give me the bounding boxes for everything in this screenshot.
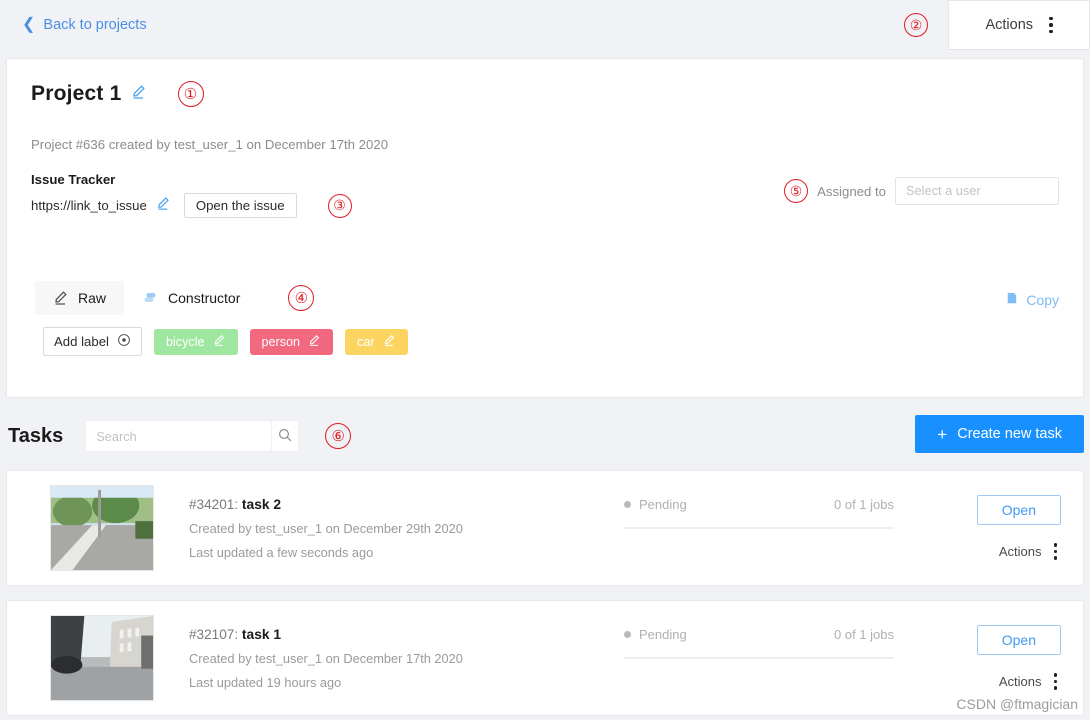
task-row-controls: Open Actions: [976, 625, 1061, 690]
pencil-edit-icon[interactable]: [131, 84, 147, 105]
annotation-marker-6: ⑥: [325, 423, 352, 449]
annotation-marker-3: ③: [327, 193, 352, 218]
assigned-to-label: Assigned to: [817, 183, 886, 199]
create-new-task-button[interactable]: + Create new task: [915, 415, 1084, 453]
plus-icon: +: [937, 424, 948, 444]
task-id: #34201:: [189, 497, 239, 512]
task-updated: Last updated 19 hours ago: [189, 675, 342, 690]
search-input[interactable]: [86, 421, 272, 451]
label-chip-car[interactable]: car: [345, 328, 408, 355]
task-thumbnail: [50, 615, 154, 701]
task-name: task 1: [241, 627, 282, 642]
status-label: Pending: [639, 497, 687, 512]
issue-pencil-edit-icon[interactable]: [156, 196, 171, 216]
labels-list: Add label bicycle person car: [43, 327, 408, 356]
task-name: task 2: [241, 497, 282, 512]
tasks-title: Tasks: [8, 424, 64, 447]
issue-link[interactable]: https://link_to_issue: [31, 198, 147, 213]
task-actions-button[interactable]: Actions: [999, 673, 1061, 690]
jobs-count: 0 of 1 jobs: [834, 627, 894, 642]
project-actions-label: Actions: [985, 17, 1034, 33]
task-row-controls: Open Actions: [976, 495, 1061, 560]
task-status-group: Pending 0 of 1 jobs: [624, 497, 894, 529]
tab-constructor[interactable]: Constructor: [124, 281, 258, 315]
annotation-marker-1: ①: [177, 81, 204, 107]
plus-circle-icon: [117, 333, 131, 350]
copy-icon: [1004, 291, 1019, 309]
pencil-edit-icon[interactable]: [308, 334, 321, 350]
back-to-projects-label: Back to projects: [43, 17, 147, 33]
kebab-menu-icon[interactable]: [1053, 543, 1057, 560]
task-created: Created by test_user_1 on December 17th …: [189, 651, 463, 666]
chevron-left-icon: ❮: [22, 16, 36, 33]
open-task-button[interactable]: Open: [976, 625, 1061, 655]
label-chip-person[interactable]: person: [249, 328, 334, 355]
project-details-card: Project 1 ① Project #636 created by test…: [6, 58, 1084, 398]
constructor-tool-icon: [142, 290, 159, 306]
task-progress-bar: [624, 657, 894, 659]
watermark: CSDN @ftmagician: [956, 696, 1078, 712]
status-dot-icon: [624, 631, 631, 638]
pencil-edit-icon: [53, 290, 69, 306]
back-to-projects-link[interactable]: ❮ Back to projects: [22, 16, 147, 34]
task-actions-button[interactable]: Actions: [999, 543, 1061, 560]
task-actions-label: Actions: [998, 673, 1042, 689]
task-created: Created by test_user_1 on December 29th …: [189, 521, 463, 536]
annotation-marker-4: ④: [288, 285, 315, 311]
label-chip-name: person: [261, 334, 301, 349]
tab-raw-label: Raw: [78, 290, 107, 306]
assign-user-select[interactable]: Select a user: [895, 177, 1059, 205]
pencil-edit-icon[interactable]: [383, 334, 396, 350]
task-info: #34201: task 2 Created by test_user_1 on…: [189, 497, 619, 560]
jobs-count: 0 of 1 jobs: [834, 497, 894, 512]
tab-constructor-label: Constructor: [168, 290, 241, 306]
labels-editor-tabs: Raw Constructor ④: [35, 281, 315, 315]
open-the-issue-button[interactable]: Open the issue: [183, 193, 297, 218]
task-title: #34201: task 2: [189, 497, 619, 512]
add-label-text: Add label: [54, 334, 109, 349]
status-badge: Pending: [624, 627, 687, 642]
task-updated: Last updated a few seconds ago: [189, 545, 374, 560]
project-meta: Project #636 created by test_user_1 on D…: [31, 137, 389, 152]
task-info: #32107: task 1 Created by test_user_1 on…: [189, 627, 619, 690]
open-task-button[interactable]: Open: [976, 495, 1061, 525]
assigned-to-group: ⑤ Assigned to Select a user: [784, 177, 1059, 205]
tab-raw[interactable]: Raw: [35, 281, 125, 315]
label-chip-name: car: [357, 334, 375, 349]
task-actions-label: Actions: [998, 543, 1042, 559]
top-bar: ❮ Back to projects ② Actions: [0, 0, 1090, 50]
task-search-box: [85, 420, 300, 452]
task-status-group: Pending 0 of 1 jobs: [624, 627, 894, 659]
pencil-edit-icon[interactable]: [213, 334, 226, 350]
status-badge: Pending: [624, 497, 687, 512]
copy-label: Copy: [1026, 292, 1059, 308]
status-dot-icon: [624, 501, 631, 508]
table-row[interactable]: #34201: task 2 Created by test_user_1 on…: [6, 470, 1084, 586]
add-label-button[interactable]: Add label: [43, 327, 142, 356]
task-progress-bar: [624, 527, 894, 529]
copy-labels-button[interactable]: Copy: [1004, 291, 1059, 309]
project-title-row: Project 1 ①: [31, 81, 1059, 107]
label-chip-bicycle[interactable]: bicycle: [154, 328, 238, 355]
table-row[interactable]: #32107: task 1 Created by test_user_1 on…: [6, 600, 1084, 716]
annotation-marker-5: ⑤: [784, 179, 809, 203]
page-title: Project 1: [31, 82, 122, 105]
kebab-menu-icon[interactable]: [1053, 673, 1057, 690]
search-button[interactable]: [271, 421, 299, 451]
task-thumbnail: [50, 485, 154, 571]
project-actions-button[interactable]: Actions: [948, 0, 1090, 50]
label-chip-name: bicycle: [166, 334, 205, 349]
create-new-task-label: Create new task: [957, 426, 1062, 442]
search-icon: [277, 427, 293, 446]
task-id: #32107:: [189, 627, 239, 642]
task-title: #32107: task 1: [189, 627, 619, 642]
annotation-marker-2: ②: [904, 13, 928, 37]
status-label: Pending: [639, 627, 687, 642]
kebab-menu-icon[interactable]: [1049, 16, 1053, 34]
